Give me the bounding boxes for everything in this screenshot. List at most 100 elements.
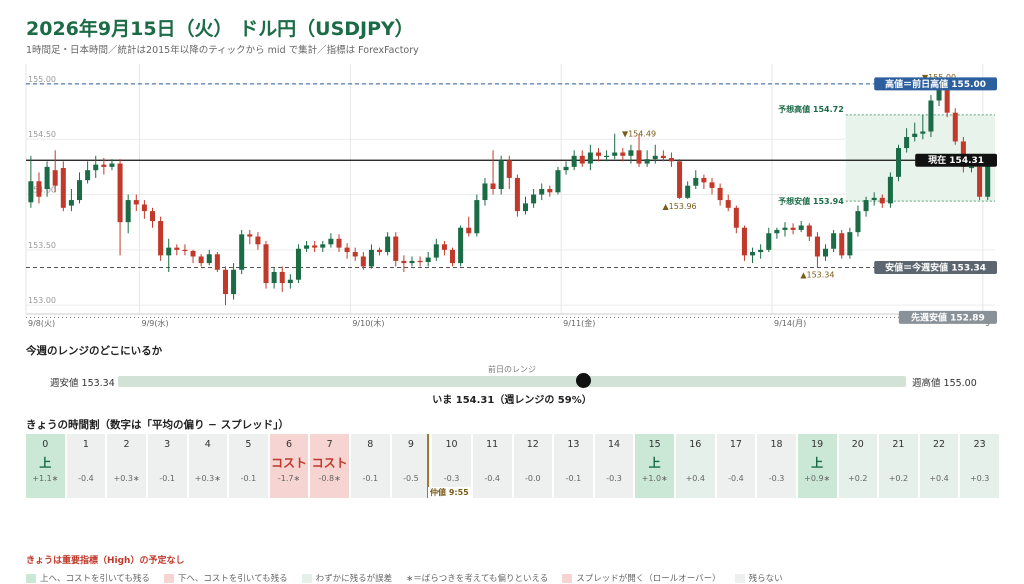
hour-number: 6 <box>286 439 293 450</box>
legend-swatch <box>163 573 174 583</box>
candle-body <box>847 232 853 256</box>
hour-value: -0.1 <box>565 474 582 483</box>
candle-body <box>839 233 845 256</box>
hour-value: -0.8∗ <box>318 474 341 483</box>
hour-mark: 上 <box>811 456 824 470</box>
candle-body <box>231 269 237 295</box>
y-tick-label: 153.50 <box>28 241 56 250</box>
nakane-marker-label: 仲値 9:55 <box>428 487 471 498</box>
candle-body <box>855 211 861 233</box>
hour-number: 4 <box>204 439 211 450</box>
candle-body <box>571 155 577 167</box>
price-annotation: ▲153.96 <box>662 202 696 211</box>
candle-body <box>409 260 415 264</box>
hour-value: +0.3 <box>969 474 990 483</box>
candle-body <box>458 227 464 264</box>
candle-body <box>263 244 269 284</box>
candle-body <box>912 133 918 138</box>
candle-body <box>612 152 618 156</box>
hour-number: 23 <box>973 439 986 450</box>
candle-body <box>644 159 650 164</box>
candle-body <box>952 112 958 142</box>
level-label: 先週安値 152.89 <box>911 311 985 323</box>
candle-body <box>563 166 569 171</box>
hour-value: -0.1 <box>159 474 175 483</box>
candle-body <box>701 177 707 183</box>
candle-body <box>125 200 131 223</box>
candle-body <box>717 187 723 201</box>
forecast-low-label: 予想安値 153.94 <box>778 196 844 206</box>
candle-body <box>920 131 926 134</box>
candle-body <box>360 256 366 267</box>
hour-cell: 4 +0.3∗ <box>188 434 228 498</box>
candle-body <box>255 236 261 245</box>
candle-body <box>750 252 756 256</box>
candle-body <box>109 163 115 167</box>
candle-body <box>368 249 374 267</box>
hour-value: -0.4 <box>78 474 94 483</box>
legend-text: 上へ、コストを引いても残る <box>40 574 150 584</box>
hour-value: -0.4 <box>728 474 744 483</box>
x-tick-label: 9/14(月) <box>774 319 806 328</box>
candle-body <box>506 160 512 178</box>
candle-body <box>579 155 585 164</box>
hour-number: 1 <box>82 439 89 450</box>
candle-body <box>141 204 147 212</box>
hour-value: +0.3∗ <box>113 474 140 483</box>
hour-number: 15 <box>648 439 661 450</box>
candle-body <box>806 225 812 237</box>
hour-number: 13 <box>567 439 580 450</box>
hour-value: +0.4 <box>929 474 949 483</box>
candle-body <box>587 152 593 164</box>
hour-number: 16 <box>689 439 702 450</box>
hour-number: 21 <box>892 439 905 450</box>
candle-body <box>133 200 139 205</box>
hour-value: +0.2 <box>848 474 868 483</box>
legend-text: 残らない <box>748 574 783 584</box>
candle-body <box>879 197 885 204</box>
candle-body <box>474 200 480 234</box>
hour-value: -1.7∗ <box>277 474 301 483</box>
hour-number: 3 <box>164 439 171 450</box>
candle-body <box>287 279 293 284</box>
hour-cell: 20 +0.2 <box>838 434 878 498</box>
candle-body <box>239 234 245 270</box>
candlestick-chart: 155.00154.50154.00153.50153.009/8(火) 9/9(… <box>25 64 997 328</box>
candle-body <box>498 160 504 189</box>
candle-body <box>198 256 204 264</box>
candle-body <box>595 152 601 156</box>
hour-number: 8 <box>367 439 374 450</box>
candle-body <box>174 247 180 250</box>
candle-body <box>466 227 472 234</box>
candle-body <box>28 181 34 203</box>
candle-body <box>101 164 107 167</box>
hour-value: +1.0∗ <box>641 474 668 483</box>
candle-body <box>790 227 796 230</box>
candle-body <box>222 269 228 295</box>
candle-body <box>733 207 739 228</box>
hour-cell: 3 -0.1 <box>147 434 187 498</box>
hour-cell: 8 -0.1 <box>351 434 390 498</box>
hour-number: 20 <box>851 439 864 450</box>
x-tick-label: 9/9(水) <box>142 318 169 328</box>
x-tick-label: 9/11(金) <box>563 318 595 328</box>
candle-body <box>831 233 837 249</box>
hour-cell: 7 コスト -0.8∗ <box>310 434 349 498</box>
x-tick-label: 9/8(火) <box>28 319 55 328</box>
candle-body <box>377 249 383 253</box>
candle-body <box>514 177 520 212</box>
candle-body <box>798 225 804 230</box>
candle-body <box>93 164 99 171</box>
hour-number: 5 <box>245 439 252 450</box>
hour-number: 10 <box>445 439 458 450</box>
hour-cell: 6 コスト -1.7∗ <box>269 434 309 498</box>
candle-body <box>425 257 431 263</box>
candle-body <box>68 200 74 206</box>
candle-body <box>312 245 318 248</box>
y-tick-label: 154.50 <box>28 130 56 139</box>
hour-cell: 15 上 +1.0∗ <box>635 434 674 498</box>
hour-number: 22 <box>933 439 946 450</box>
candle-body <box>36 181 42 197</box>
candle-body <box>547 189 553 193</box>
candle-body <box>271 271 277 284</box>
